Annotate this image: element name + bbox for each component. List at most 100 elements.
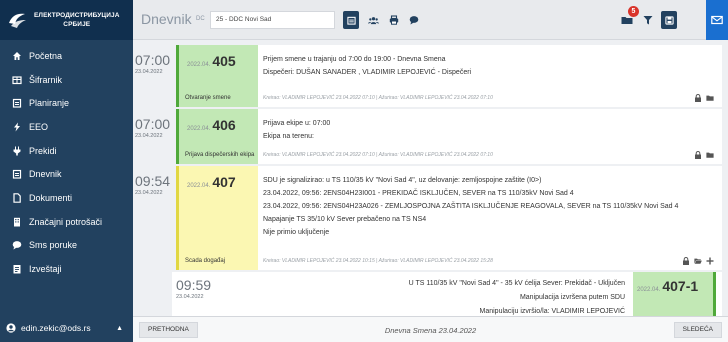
building-icon: [12, 217, 22, 227]
sidebar-item-planiranje[interactable]: Planiranje: [0, 91, 133, 115]
entry-meta: Kreirao: VLADIMIR LEPOJEVIĆ 23.04.2022 0…: [263, 95, 493, 101]
entry-meta: Kreirao: VLADIMIR LEPOJEVIĆ 23.04.2022 0…: [263, 152, 493, 158]
entry-line: Nije primio uključenje: [263, 229, 330, 236]
next-button[interactable]: SLEDEĆA: [673, 322, 722, 338]
app: ЕЛЕКТРОДИСТРИБУЦИЈА СРБИЈЕ Početna Šifra…: [0, 0, 728, 342]
caret-up-icon: ▲: [116, 324, 123, 332]
lock-icon[interactable]: [694, 151, 702, 159]
entry-type-label: Scada događaj: [185, 258, 226, 264]
dc-label: DC: [196, 16, 205, 22]
chat-button[interactable]: [406, 11, 422, 29]
folder-icon[interactable]: [706, 151, 714, 159]
home-icon: [12, 51, 22, 61]
brand-line1: ЕЛЕКТРОДИСТРИБУЦИЈА: [34, 12, 120, 19]
plug-icon: [12, 146, 22, 156]
sidebar-item-label: Dnevnik: [29, 169, 62, 180]
entry-line: 23.04.2022, 09:56: 2ENS04H23I001 - PREKI…: [263, 190, 574, 197]
sidebar-item-label: Značajni potrošači: [29, 216, 103, 227]
entry-line: SDU je signalizirao: u TS 110/35 kV "Nov…: [263, 177, 542, 184]
pagination-bar: Dnevna Smena 23.04.2022 PRETHODNA SLEDEĆ…: [133, 316, 728, 342]
shift-label: Dnevna Smena 23.04.2022: [384, 326, 477, 335]
entry-actions: [682, 257, 714, 265]
entry-actions: [694, 94, 714, 102]
sidebar-item-prekidi[interactable]: Prekidi: [0, 139, 133, 163]
sidebar-item-label: Početna: [29, 50, 63, 61]
entry-body: Prijem smene u trajanju od 7:00 do 19:00…: [263, 53, 714, 79]
entry-meta: Kreirao: VLADIMIR LEPOJEVIĆ 23.04.2022 1…: [263, 258, 493, 264]
mail-icon: [711, 15, 723, 25]
print-button[interactable]: [386, 11, 402, 29]
entry-time: 07:00 23.04.2022: [135, 52, 173, 75]
sidebar-item-dnevnik[interactable]: Dnevnik: [0, 162, 133, 186]
sidebar-item-label: Planiranje: [29, 98, 70, 109]
dc-select[interactable]: 25 - DDC Novi Sad: [210, 11, 335, 29]
sidebar-item-sms-poruke[interactable]: Sms poruke: [0, 234, 133, 258]
sidebar-item-dokumenti[interactable]: Dokumenti: [0, 186, 133, 210]
folder-button[interactable]: 5: [619, 6, 639, 29]
entry-time: 07:00 23.04.2022: [135, 116, 173, 139]
entry-type-label: Prijava dispečerskih ekipa: [185, 152, 255, 158]
previous-button[interactable]: PRETHODNA: [139, 322, 198, 338]
sidebar-item-eeo[interactable]: EEO: [0, 115, 133, 139]
sidebar-item-znacajni-potrosaci[interactable]: Značajni potrošači: [0, 210, 133, 234]
brand[interactable]: ЕЛЕКТРОДИСТРИБУЦИЈА СРБИЈЕ: [0, 0, 133, 40]
mail-button[interactable]: [706, 0, 728, 40]
bolt-icon: [12, 122, 22, 132]
entry-card[interactable]: 2022.04. 406 Prijava dispečerskih ekipa P…: [176, 109, 722, 164]
comment-icon: [409, 16, 419, 25]
notification-badge: 5: [628, 6, 639, 17]
comment-icon: [12, 240, 22, 250]
users-icon: [367, 16, 379, 24]
journal-entry: 09:54 23.04.2022 2022.04. 407 Scada događ…: [133, 166, 723, 270]
entry-tag: 2022.04. 406 Prijava dispečerskih ekipa: [176, 109, 258, 164]
save-button[interactable]: [661, 11, 677, 29]
sidebar-item-pocetna[interactable]: Početna: [0, 44, 133, 68]
entry-date: 23.04.2022: [135, 133, 163, 139]
entry-date: 23.04.2022: [135, 69, 163, 75]
entry-hour: 09:54: [135, 173, 171, 189]
entry-number-prefix: 2022.04.: [187, 126, 211, 132]
entry-hour: 09:59: [176, 277, 212, 293]
entry-tag: 2022.04. 405 Otvaranje smene: [176, 45, 258, 107]
sidebar-item-label: Šifrarnik: [29, 74, 63, 85]
entry-number-prefix: 2022.04.: [187, 183, 211, 189]
entry-line: U TS 110/35 kV "Novi Sad 4" - 35 kV ćeli…: [408, 280, 625, 287]
entry-hour: 07:00: [135, 116, 171, 132]
team-button[interactable]: [365, 11, 381, 29]
entry-number-prefix: 2022.04.: [637, 287, 661, 293]
print-icon: [389, 15, 399, 25]
entry-time: 09:59 23.04.2022: [176, 277, 214, 300]
eps-logo-icon: [9, 13, 26, 28]
brand-line2: СРБИЈЕ: [63, 21, 91, 28]
entry-type-label: Otvaranje smene: [185, 95, 231, 101]
lock-icon[interactable]: [694, 94, 702, 102]
calendar-button[interactable]: [343, 11, 359, 29]
filter-button[interactable]: [640, 11, 656, 29]
entry-tag: 2022.04. 407 Scada događaj: [176, 166, 258, 270]
lock-icon[interactable]: [682, 257, 690, 265]
journal-subentry[interactable]: 09:59 23.04.2022 U TS 110/35 kV "Novi Sa…: [172, 272, 722, 316]
folder-open-icon[interactable]: [694, 257, 702, 265]
folder-icon[interactable]: [706, 94, 714, 102]
sidebar-item-label: Dokumenti: [29, 192, 73, 203]
sidebar-item-label: Sms poruke: [29, 240, 78, 251]
sidebar-item-label: EEO: [29, 121, 49, 132]
entry-line: Ekipa na terenu:: [263, 133, 314, 140]
entry-line: Napajanje TS 35/10 kV Sever prebačeno na…: [263, 216, 427, 223]
plus-icon[interactable]: [706, 257, 714, 265]
entry-card[interactable]: 2022.04. 405 Otvaranje smene Prijem smene…: [176, 45, 722, 107]
journal-feed: 07:00 23.04.2022 2022.04. 405 Otvaranje s…: [133, 41, 728, 316]
subentry-body: U TS 110/35 kV "Novi Sad 4" - 35 kV ćeli…: [409, 277, 625, 316]
user-menu[interactable]: edin.zekic@ods.rs ▲: [0, 314, 133, 342]
sidebar-item-sifrarnik[interactable]: Šifrarnik: [0, 68, 133, 92]
report-icon: [12, 264, 22, 274]
entry-line: Prijem smene u trajanju od 7:00 do 19:00…: [263, 56, 446, 63]
sidebar-item-izvestaji[interactable]: Izveštaji: [0, 257, 133, 281]
table-icon: [12, 75, 22, 85]
entry-body: SDU je signalizirao: u TS 110/35 kV "Nov…: [263, 174, 714, 239]
entry-body: Prijava ekipe u: 07:00 Ekipa na terenu:: [263, 117, 714, 143]
entry-line: Manipulaciju izvršio/la: VLADIMIR LEPOJE…: [479, 308, 626, 315]
entry-card[interactable]: 2022.04. 407 Scada događaj SDU je signali…: [176, 166, 722, 270]
entry-line: Prijava ekipe u: 07:00: [263, 120, 331, 127]
entry-line: Manipulacija izvršena putem SDU: [519, 294, 625, 301]
